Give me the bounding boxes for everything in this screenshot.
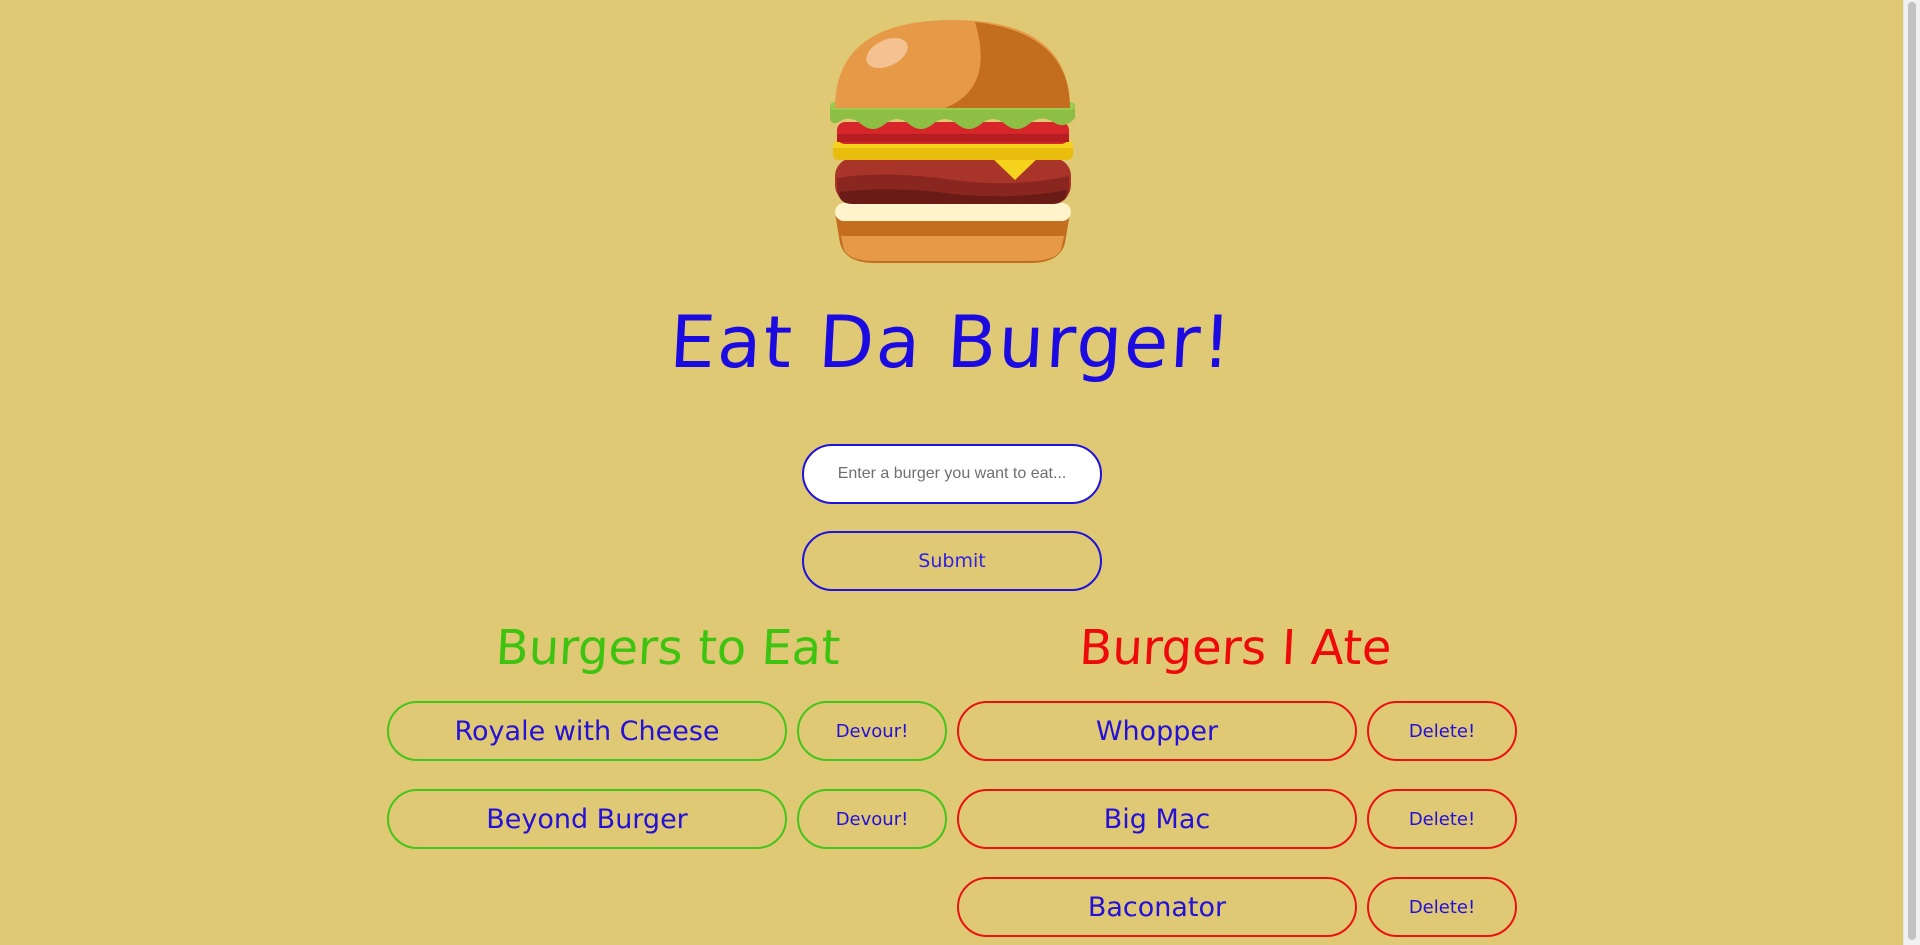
burger-to-eat-item: Beyond Burger: [387, 789, 787, 849]
burger-ate-item: Baconator: [957, 877, 1357, 937]
delete-button[interactable]: Delete!: [1367, 789, 1517, 849]
vertical-scrollbar[interactable]: [1903, 0, 1920, 945]
delete-button[interactable]: Delete!: [1367, 701, 1517, 761]
scrollbar-thumb[interactable]: [1908, 2, 1916, 940]
devour-button[interactable]: Devour!: [797, 789, 947, 849]
burger-icon: [830, 20, 1075, 263]
burger-ate-item: Big Mac: [957, 789, 1357, 849]
burger-name-input[interactable]: [802, 444, 1102, 504]
devour-button[interactable]: Devour!: [797, 701, 947, 761]
burgers-to-eat-heading: Burgers to Eat: [494, 620, 842, 676]
burgers-ate-heading: Burgers I Ate: [1078, 620, 1393, 676]
burger-to-eat-item: Royale with Cheese: [387, 701, 787, 761]
burger-ate-item: Whopper: [957, 701, 1357, 761]
submit-button[interactable]: Submit: [802, 531, 1102, 591]
page-title: Eat Da Burger!: [667, 300, 1236, 384]
delete-button[interactable]: Delete!: [1367, 877, 1517, 937]
